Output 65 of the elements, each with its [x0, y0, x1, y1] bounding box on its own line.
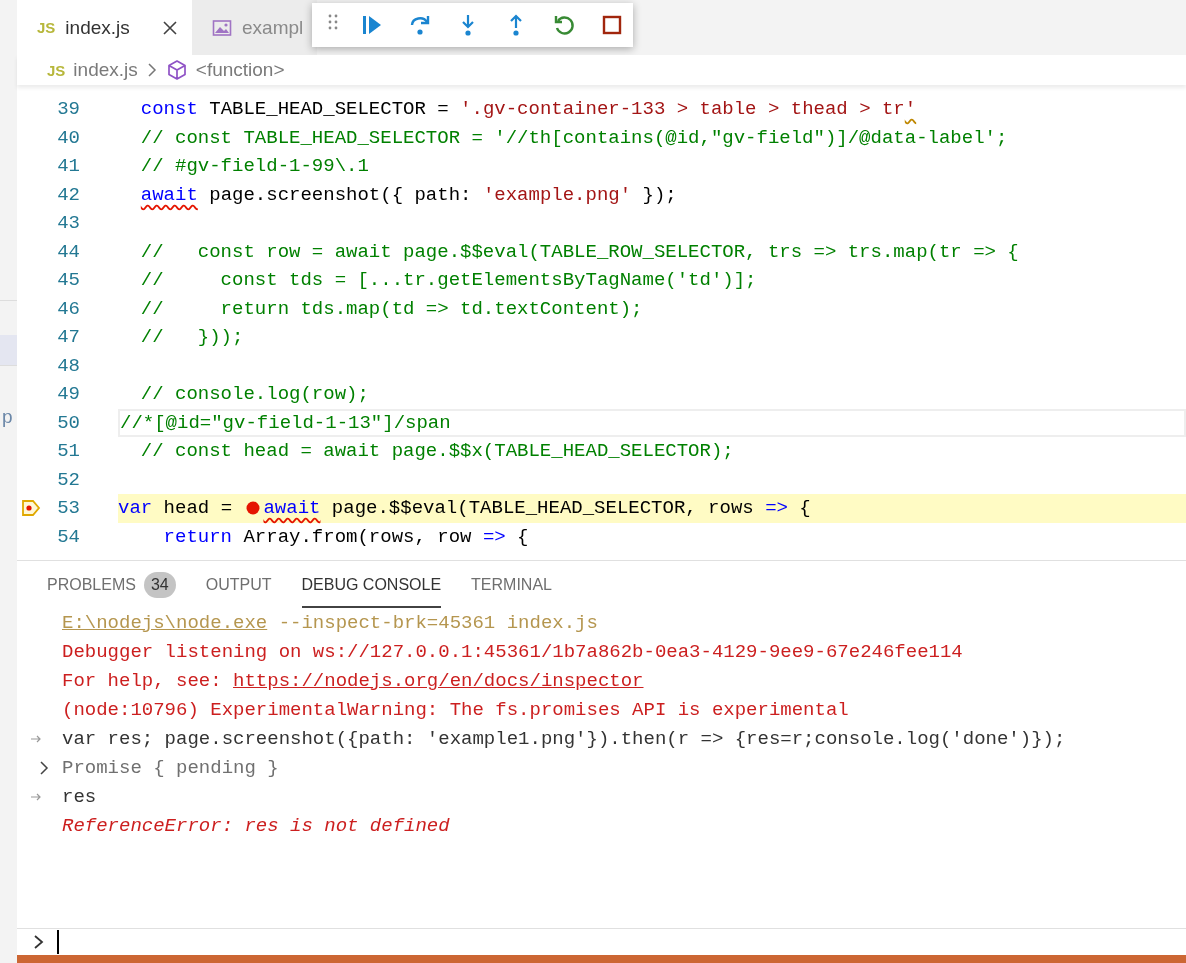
- code-text: // const tds = [...tr.getElementsByTagName('td')];: [139, 269, 757, 292]
- panel-tab[interactable]: OUTPUT: [205, 561, 272, 608]
- editor-tab[interactable]: JS index.js: [17, 0, 192, 55]
- line-number: 41: [56, 155, 80, 178]
- line-number: 50: [56, 411, 80, 434]
- code-text: // }));: [139, 326, 244, 349]
- line-number: 53: [56, 497, 80, 520]
- code-text: //*[@id="gv-field-1-13"]/span: [120, 411, 451, 434]
- console-line: Promise { pending }: [62, 756, 279, 779]
- image-icon: [212, 18, 232, 37]
- code-text: await page.$$eval(TABLE_HEAD_SELECTOR, rows => {: [263, 497, 811, 520]
- line-number: 43: [56, 212, 80, 235]
- paused-breakpoint-icon: [21, 499, 41, 518]
- line-number: 42: [56, 183, 80, 206]
- line-number: 47: [56, 326, 80, 349]
- console-line: E:\nodejs\node.exe --inspect-brk=45361 index.js: [62, 611, 598, 634]
- code-text: var head =: [118, 497, 234, 520]
- line-number: 44: [56, 240, 80, 263]
- breakpoint-icon[interactable]: [245, 500, 262, 517]
- console-link[interactable]: E:\nodejs\node.exe: [62, 611, 268, 634]
- line-number: 49: [56, 383, 80, 406]
- js-file-icon: JS: [37, 19, 56, 36]
- code-text: // const TABLE_HEAD_SELECTOR = '//th[contains(@id,"gv-field")]/@data-label';: [139, 126, 1008, 149]
- line-number: 51: [56, 440, 80, 463]
- arrow-icon: [30, 733, 42, 744]
- panel-tab[interactable]: DEBUG CONSOLE: [301, 561, 442, 608]
- panel-tab[interactable]: PROBLEMS 34: [47, 561, 176, 608]
- line-number: 45: [56, 269, 80, 292]
- line-number: 52: [56, 468, 80, 491]
- code-text: await page.screenshot({ path: 'example.png' });: [139, 183, 677, 206]
- line-number: 48: [56, 354, 80, 377]
- console-line: ReferenceError: res is not defined: [62, 814, 450, 837]
- breadcrumb-item[interactable]: <function>: [195, 59, 285, 81]
- chevron-icon[interactable]: [38, 758, 50, 777]
- code-text: return Array.from(rows, row => {: [162, 525, 529, 548]
- chevron-icon: [145, 61, 158, 79]
- line-number: 40: [56, 126, 80, 149]
- console-line: var res; page.screenshot({path: 'example1.png'}).then(r => {res=r;console.log('done')});: [62, 727, 1066, 750]
- console-line: Debugger listening on ws://127.0.0.1:45361/1b7a862b-0ea3-4129-9ee9-67e246fee114: [62, 640, 963, 663]
- code-text: // const row = await page.$$eval(TABLE_ROW_SELECTOR, trs => trs.map(tr => {: [139, 240, 1019, 263]
- restart-icon[interactable]: [552, 13, 576, 37]
- code-text: // console.log(row);: [139, 383, 369, 406]
- editor-tab[interactable]: exampl: [192, 0, 318, 55]
- code-text: // const head = await page.$$x(TABLE_HEAD_SELECTOR);: [139, 440, 734, 463]
- line-number: 39: [56, 98, 80, 121]
- code-text: const TABLE_HEAD_SELECTOR = '.gv-container-133 > table > thead > tr': [139, 98, 917, 121]
- code-text: // #gv-field-1-99\.1: [139, 155, 369, 178]
- js-file-icon: JS: [47, 61, 66, 79]
- stop-icon[interactable]: [600, 13, 624, 37]
- breadcrumb-item[interactable]: index.js: [73, 59, 138, 81]
- close-icon[interactable]: [162, 19, 178, 36]
- line-number: 46: [56, 297, 80, 320]
- panel-tab[interactable]: TERMINAL: [471, 561, 552, 608]
- line-number: 54: [56, 525, 80, 548]
- cube-icon: [165, 59, 188, 81]
- console-line: (node:10796) ExperimentalWarning: The fs.promises API is experimental: [62, 698, 849, 721]
- prompt-chevron-icon: [33, 933, 45, 951]
- sidebar-item[interactable]: p: [2, 406, 13, 428]
- code-text: // return tds.map(td => td.textContent);: [139, 297, 643, 320]
- console-line: res: [62, 785, 97, 808]
- console-line: For help, see: https://nodejs.org/en/docs/inspector: [62, 669, 644, 692]
- count-badge: 34: [143, 571, 176, 598]
- arrow-icon: [30, 791, 42, 802]
- step-over-icon[interactable]: [408, 13, 432, 37]
- console-link[interactable]: https://nodejs.org/en/docs/inspector: [233, 669, 644, 692]
